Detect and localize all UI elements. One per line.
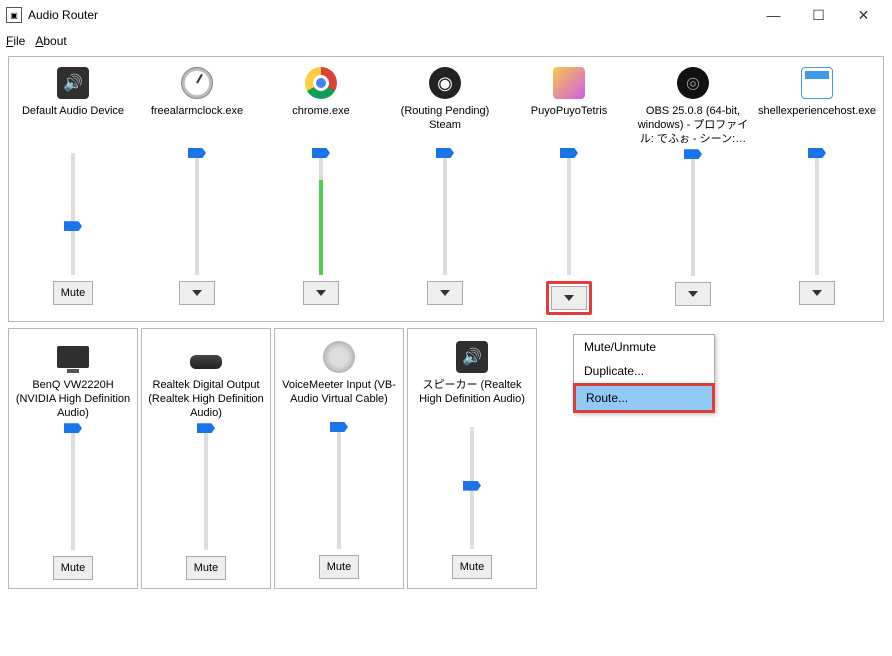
slider-thumb-icon[interactable] — [808, 148, 826, 158]
close-button[interactable]: ✕ — [841, 1, 886, 29]
slider-thumb-icon[interactable] — [463, 481, 481, 491]
app-menu-button[interactable] — [799, 281, 835, 305]
ctx-route-wrap: Route... — [574, 383, 714, 413]
menu-about[interactable]: About — [35, 34, 66, 48]
device-label: スピーカー (Realtek High Definition Audio) — [412, 379, 532, 419]
device-icon-wrap: 🔊 — [456, 341, 488, 373]
mute-button[interactable]: Mute — [186, 556, 226, 580]
app-column: ◎ OBS 25.0.8 (64-bit, windows) - プロファイル: … — [631, 61, 755, 315]
volume-slider[interactable] — [815, 153, 819, 275]
volume-slider[interactable] — [319, 153, 323, 275]
app-label: chrome.exe — [292, 105, 349, 145]
app-icon-wrap — [553, 67, 585, 99]
cable-icon — [190, 355, 222, 369]
highlight-box — [546, 281, 592, 315]
app-icon: ▣ — [6, 7, 22, 23]
device-icon-wrap — [57, 341, 89, 373]
context-menu: Mute/Unmute Duplicate... Route... — [573, 334, 715, 413]
app-column: 🔊 Default Audio Device Mute — [11, 61, 135, 315]
device-icon-wrap — [190, 341, 222, 373]
slider-thumb-icon[interactable] — [684, 149, 702, 159]
mute-button[interactable]: Mute — [319, 555, 359, 579]
slider-thumb-icon[interactable] — [197, 423, 215, 433]
volume-slider[interactable] — [470, 427, 474, 549]
devices-panel: BenQ VW2220H (NVIDIA High Definition Aud… — [8, 328, 884, 589]
app-menu-button[interactable] — [551, 286, 587, 310]
app-column: ◉ (Routing Pending) Steam — [383, 61, 507, 315]
volume-slider[interactable] — [567, 153, 571, 275]
menubar: File About — [0, 30, 892, 52]
slider-thumb-icon[interactable] — [312, 148, 330, 158]
app-icon-wrap: ◉ — [429, 67, 461, 99]
speaker-icon: 🔊 — [57, 67, 89, 99]
app-menu-button[interactable] — [179, 281, 215, 305]
menu-file[interactable]: File — [6, 34, 25, 48]
app-label: (Routing Pending) Steam — [385, 105, 505, 145]
device-icon-wrap — [323, 341, 355, 373]
slider-thumb-icon[interactable] — [560, 148, 578, 158]
app-menu-button[interactable] — [303, 281, 339, 305]
app-menu-button[interactable] — [675, 282, 711, 306]
volume-slider[interactable] — [71, 153, 75, 275]
slider-thumb-icon[interactable] — [188, 148, 206, 158]
clock-icon — [181, 67, 213, 99]
device-label: BenQ VW2220H (NVIDIA High Definition Aud… — [13, 379, 133, 420]
app-label: Default Audio Device — [22, 105, 124, 145]
app-icon-wrap: 🔊 — [57, 67, 89, 99]
volume-slider[interactable] — [337, 427, 341, 549]
minimize-button[interactable]: — — [751, 1, 796, 29]
device-column: VoiceMeeter Input (VB-Audio Virtual Cabl… — [274, 328, 404, 589]
slider-thumb-icon[interactable] — [436, 148, 454, 158]
monitor-icon — [57, 346, 89, 368]
ctx-route[interactable]: Route... — [576, 386, 712, 410]
app-icon-wrap: ◎ — [677, 67, 709, 99]
app-label: freealarmclock.exe — [151, 105, 243, 145]
app-icon-wrap — [801, 67, 833, 99]
app-column: PuyoPuyoTetris — [507, 61, 631, 315]
titlebar: ▣ Audio Router — ☐ ✕ — [0, 0, 892, 30]
applications-panel: 🔊 Default Audio Device Mute freealarmclock.… — [8, 56, 884, 322]
device-column: 🔊 スピーカー (Realtek High Definition Audio) Mu… — [407, 328, 537, 589]
puyo-icon — [553, 67, 585, 99]
slider-thumb-icon[interactable] — [330, 422, 348, 432]
volume-slider[interactable] — [443, 153, 447, 275]
app-icon-wrap — [181, 67, 213, 99]
app-label: PuyoPuyoTetris — [531, 105, 607, 145]
mute-button[interactable]: Mute — [53, 281, 93, 305]
device-label: VoiceMeeter Input (VB-Audio Virtual Cabl… — [279, 379, 399, 419]
ctx-duplicate[interactable]: Duplicate... — [574, 359, 714, 383]
app-column: freealarmclock.exe — [135, 61, 259, 315]
obs-icon: ◎ — [677, 67, 709, 99]
shell-icon — [801, 67, 833, 99]
app-column: chrome.exe — [259, 61, 383, 315]
volume-slider[interactable] — [204, 428, 208, 550]
device-label: Realtek Digital Output (Realtek High Def… — [146, 379, 266, 420]
window-title: Audio Router — [28, 8, 751, 22]
slider-thumb-icon[interactable] — [64, 221, 82, 231]
device-column: BenQ VW2220H (NVIDIA High Definition Aud… — [8, 328, 138, 589]
mute-button[interactable]: Mute — [452, 555, 492, 579]
device-column: Realtek Digital Output (Realtek High Def… — [141, 328, 271, 589]
app-label: shellexperiencehost.exe — [758, 105, 876, 145]
volume-slider[interactable] — [195, 153, 199, 275]
app-column: shellexperiencehost.exe — [755, 61, 879, 315]
maximize-button[interactable]: ☐ — [796, 1, 841, 29]
app-label: OBS 25.0.8 (64-bit, windows) - プロファイル: で… — [633, 105, 753, 146]
voicemeeter-icon — [323, 341, 355, 373]
steam-icon: ◉ — [429, 67, 461, 99]
ctx-mute-unmute[interactable]: Mute/Unmute — [574, 335, 714, 359]
speaker-icon: 🔊 — [456, 341, 488, 373]
ctx-route-highlight: Route... — [573, 383, 715, 413]
mute-button[interactable]: Mute — [53, 556, 93, 580]
slider-thumb-icon[interactable] — [64, 423, 82, 433]
app-icon-wrap — [305, 67, 337, 99]
chrome-icon — [305, 67, 337, 99]
app-menu-button[interactable] — [427, 281, 463, 305]
volume-slider[interactable] — [691, 154, 695, 276]
volume-slider[interactable] — [71, 428, 75, 550]
